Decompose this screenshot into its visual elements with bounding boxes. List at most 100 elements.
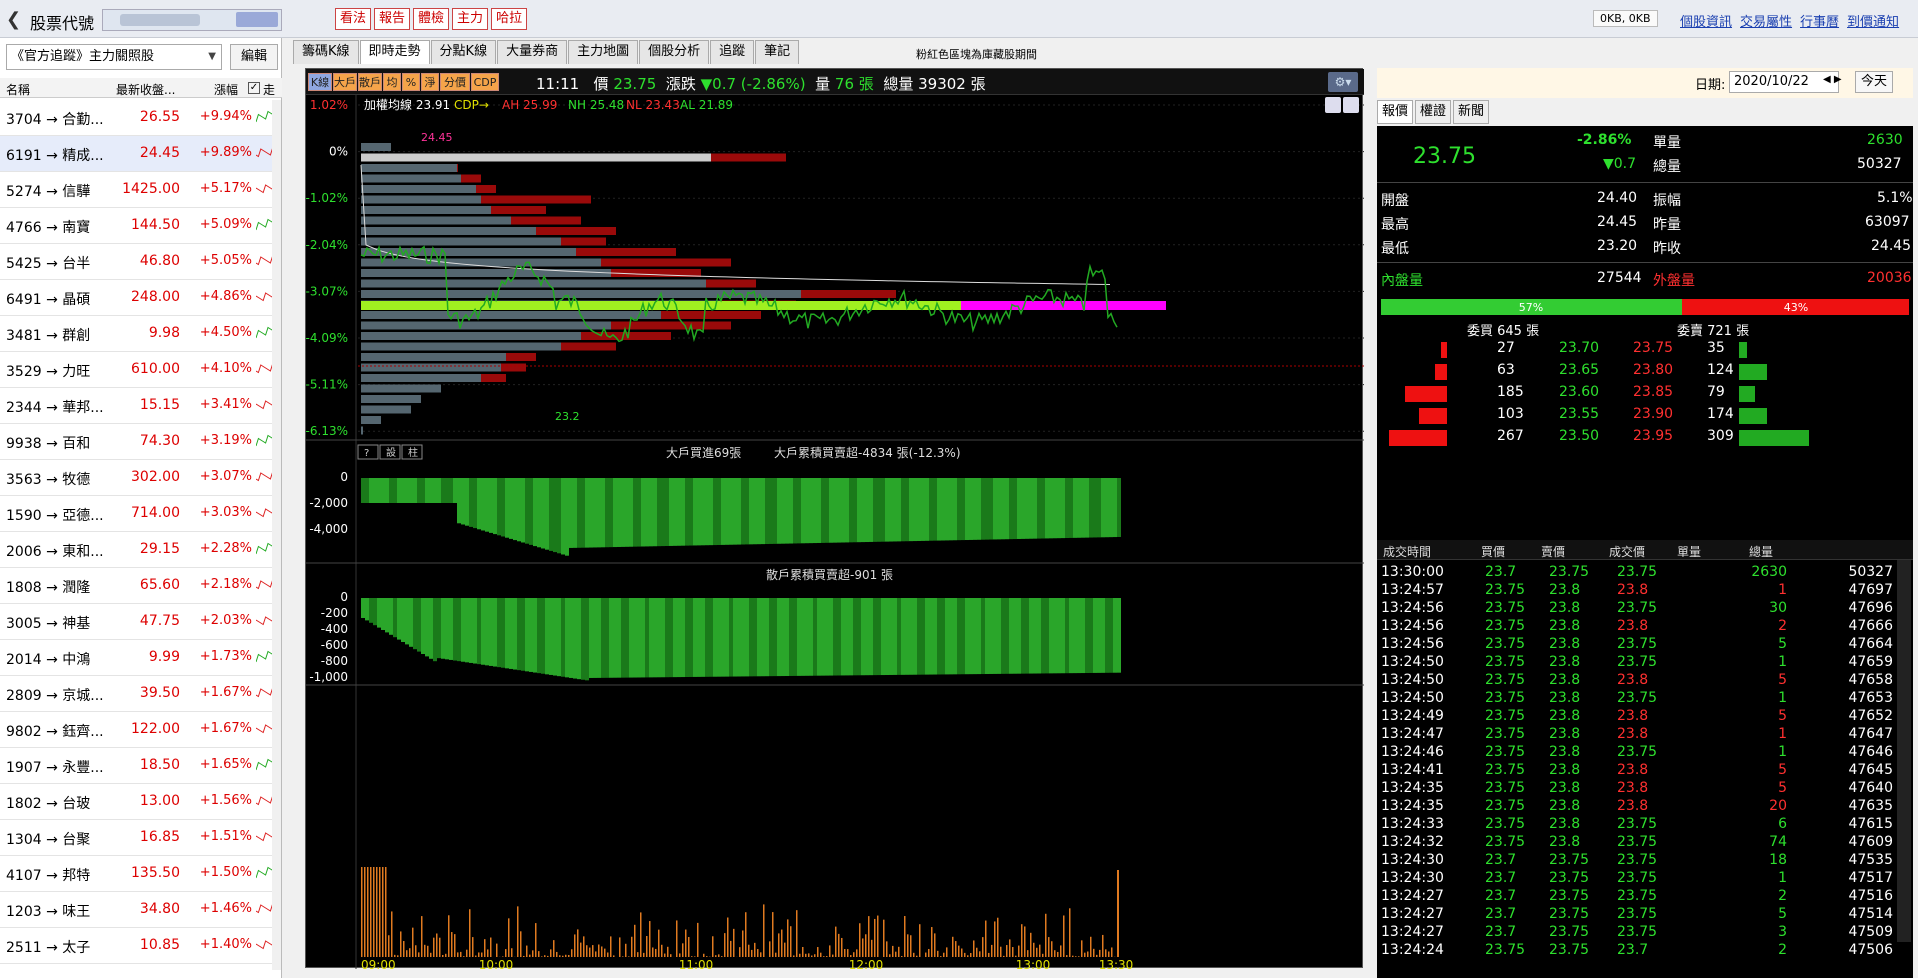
trade-col-header[interactable]: 單量 — [1677, 543, 1701, 560]
col-change[interactable]: 漲幅 — [214, 81, 238, 98]
tab-main-map[interactable]: 主力地圖 — [568, 40, 639, 64]
report-button[interactable]: 報告 — [374, 8, 411, 30]
volume-at-price-bar — [361, 269, 611, 277]
volume-bar — [853, 952, 855, 957]
watchlist-row[interactable]: 1907 → 永豐... 18.50 +1.65% — [0, 748, 274, 784]
watchlist-row[interactable]: 2014 → 中鴻 9.99 +1.73% — [0, 640, 274, 676]
trend-checkbox[interactable]: ✓ — [248, 82, 260, 94]
trade-col-header[interactable]: 成交時間 — [1383, 543, 1431, 560]
retail-bar — [413, 598, 417, 650]
volume-bar — [595, 951, 597, 957]
big-holder-bar — [721, 478, 725, 545]
big-holder-bar — [897, 478, 901, 542]
watchlist-row[interactable]: 1590 → 亞德... 714.00 +3.03% — [0, 496, 274, 532]
big-holder-button[interactable]: 大戶 — [333, 73, 357, 91]
price-alert-link[interactable]: 到價通知 — [1847, 11, 1899, 30]
watchlist-scrollbar[interactable] — [272, 100, 281, 970]
date-nav-arrows-icon[interactable]: ◀ ▶ — [1823, 74, 1842, 85]
volume-bar — [577, 929, 579, 957]
gear-icon[interactable]: ⚙▾ — [1328, 72, 1358, 92]
watchlist-row[interactable]: 1304 → 台聚 16.85 +1.51% — [0, 820, 274, 856]
tab-branch-kline[interactable]: 分點K線 — [430, 40, 497, 64]
watchlist-row[interactable]: 5425 → 台半 46.80 +5.05% — [0, 244, 274, 280]
today-button[interactable]: 今天 — [1855, 71, 1893, 93]
trade-col-header[interactable]: 買價 — [1481, 543, 1505, 560]
watchlist-select[interactable]: 《官方追蹤》主力關照股 ▼ — [6, 44, 222, 70]
tab-analysis[interactable]: 個股分析 — [639, 40, 710, 64]
watchlist-row[interactable]: 2511 → 太子 10.85 +1.40% — [0, 928, 274, 964]
retail-bar — [417, 598, 421, 652]
big-holder-bar — [993, 478, 997, 540]
checkup-button[interactable]: 體檢 — [413, 8, 450, 30]
trade-col-header[interactable]: 成交價 — [1609, 543, 1645, 560]
time-tick: 13:30 — [1099, 958, 1134, 969]
tab-notes[interactable]: 筆記 — [755, 40, 800, 64]
trade-scrollbar[interactable] — [1897, 560, 1911, 942]
watchlist-row[interactable]: 4107 → 邦特 135.50 +1.50% — [0, 856, 274, 892]
volume-bar — [685, 929, 687, 957]
col-name[interactable]: 名稱 — [6, 81, 30, 98]
big-holder-bar — [585, 478, 589, 548]
watchlist-row[interactable]: 3005 → 神基 47.75 +2.03% — [0, 604, 274, 640]
stock-price: 16.85 — [139, 829, 180, 845]
retail-bar — [1005, 598, 1009, 674]
watchlist-row[interactable]: 3563 → 牧德 302.00 +3.07% — [0, 460, 274, 496]
watchlist-row[interactable]: 2344 → 華邦... 15.15 +3.41% — [0, 388, 274, 424]
watchlist-row[interactable]: 2809 → 京城... 39.50 +1.67% — [0, 676, 274, 712]
watchlist-row[interactable]: 3529 → 力旺 610.00 +4.10% — [0, 352, 274, 388]
expand-icon[interactable] — [1325, 97, 1341, 113]
retail-bar — [1021, 598, 1025, 674]
quote-box: 23.75 -2.86% ▼0.7 單量 2630 總量 50327 開盤 24… — [1377, 126, 1913, 978]
bid-bar — [1441, 342, 1447, 358]
avg-button[interactable]: 均 — [383, 73, 401, 91]
watchlist-row[interactable]: 1808 → 潤隆 65.60 +2.18% — [0, 568, 274, 604]
col-price[interactable]: 最新收盤... — [116, 81, 175, 98]
link-icon[interactable] — [1343, 97, 1359, 113]
cdp-button[interactable]: CDP — [471, 73, 499, 91]
volume-at-price-bar — [706, 279, 756, 288]
watchlist-row[interactable]: 1203 → 味王 34.80 +1.46% — [0, 892, 274, 928]
main-force-button[interactable]: 主力 — [452, 8, 489, 30]
trade-col-header[interactable]: 賣價 — [1541, 543, 1565, 560]
kline-button[interactable]: K線 — [308, 73, 332, 91]
tab-realtime[interactable]: 即時走勢 — [359, 40, 430, 64]
watchlist-row[interactable]: 3481 → 群創 9.98 +4.50% — [0, 316, 274, 352]
volume-bar — [544, 955, 546, 957]
calendar-link[interactable]: 行事曆 — [1800, 11, 1839, 30]
watchlist-row[interactable]: 5274 → 信驊 1425.00 +5.17% — [0, 172, 274, 208]
tab-big-broker[interactable]: 大量券商 — [497, 40, 568, 64]
retail-bar — [445, 598, 449, 660]
watchlist-row[interactable]: 3704 → 合勤... 26.55 +9.94% — [0, 100, 274, 136]
retail-button[interactable]: 散戶 — [358, 73, 382, 91]
chat-button[interactable]: 哈拉 — [491, 8, 528, 30]
view-button[interactable]: 看法 — [335, 8, 372, 30]
tab-warrant[interactable]: 權證 — [1415, 100, 1452, 124]
big-holder-bar — [933, 478, 937, 541]
back-arrow-icon[interactable]: ❮ — [6, 9, 21, 30]
symbol-search-button[interactable] — [236, 12, 278, 27]
tab-chip-kline[interactable]: 籌碼K線 — [293, 40, 359, 64]
retail-bar — [377, 598, 381, 628]
trade-attr-link[interactable]: 交易屬性 — [1740, 11, 1792, 30]
percent-button[interactable]: % — [402, 73, 420, 91]
net-button[interactable]: 淨 — [421, 73, 439, 91]
watchlist-row[interactable]: 1802 → 台玻 13.00 +1.56% — [0, 784, 274, 820]
watchlist-row[interactable]: 9938 → 百和 74.30 +3.19% — [0, 424, 274, 460]
watchlist-row[interactable]: 9802 → 鈺齊... 122.00 +1.67% — [0, 712, 274, 748]
stock-name: 9938 → 百和 — [6, 436, 91, 452]
price-dist-button[interactable]: 分價 — [440, 73, 470, 91]
watchlist-row[interactable]: 6491 → 晶碩 248.00 +4.86% — [0, 280, 274, 316]
retail-bar — [389, 598, 393, 635]
tab-news[interactable]: 新聞 — [1453, 100, 1490, 124]
trade-col-header[interactable]: 總量 — [1749, 543, 1773, 560]
watchlist-row[interactable]: 6191 → 精成... 24.45 +9.89% — [0, 136, 274, 172]
edit-button[interactable]: 編輯 — [230, 44, 278, 70]
watchlist-row[interactable]: 4766 → 南寶 144.50 +5.09% — [0, 208, 274, 244]
big-holder-bar — [1013, 478, 1017, 540]
stock-info-link[interactable]: 個股資訊 — [1680, 11, 1732, 30]
volume-bar — [934, 933, 936, 957]
watchlist-row[interactable]: 2006 → 東和... 29.15 +2.28% — [0, 532, 274, 568]
tab-track[interactable]: 追蹤 — [710, 40, 755, 64]
tab-quote[interactable]: 報價 — [1377, 100, 1414, 124]
volume-bar — [724, 933, 726, 957]
